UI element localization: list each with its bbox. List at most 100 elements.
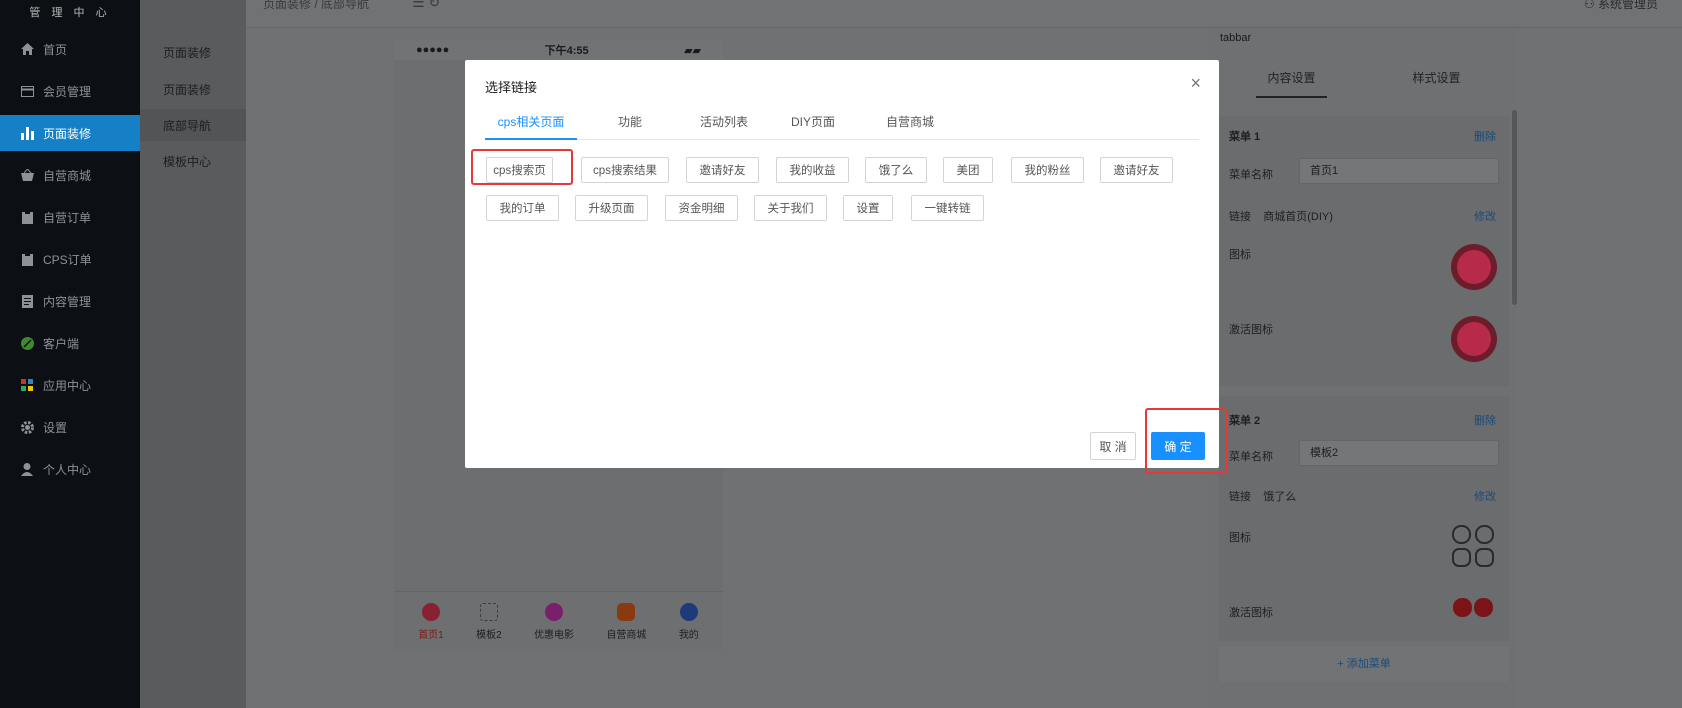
phone-time: 下午4:55: [544, 45, 589, 57]
phone-tab-home[interactable]: 首页1: [418, 602, 444, 641]
shop-icon: [617, 602, 636, 621]
option-one-click-convert[interactable]: 一键转链: [911, 195, 984, 221]
sidebar-item-client[interactable]: 客户端: [0, 325, 140, 361]
menu-toggle-icon[interactable]: ☰ ↻: [412, 0, 440, 11]
option-settings[interactable]: 设置: [843, 195, 893, 221]
sidebar-item-label: 内容管理: [43, 294, 92, 309]
menu-link-label: 链接 饿了么: [1229, 491, 1297, 503]
sidebar-item-page-decoration[interactable]: 页面装修: [0, 115, 140, 151]
menu-heading: 菜单 2: [1229, 415, 1261, 427]
tab-content-settings[interactable]: 内容设置: [1219, 58, 1364, 98]
option-invite-friends-2[interactable]: 邀请好友: [1100, 157, 1173, 183]
menu-name-label: 菜单名称: [1229, 169, 1273, 181]
phone-tab-mall[interactable]: 自营商城: [606, 602, 647, 641]
document-icon: [20, 294, 34, 308]
sidebar-item-label: 会员管理: [43, 84, 92, 99]
tab-cps-pages[interactable]: cps相关页面: [485, 106, 577, 140]
leaf-icon: [20, 336, 34, 350]
tab-activity-list[interactable]: 活动列表: [691, 106, 757, 140]
sidebar-item-cps-orders[interactable]: CPS订单: [0, 241, 140, 277]
option-my-orders[interactable]: 我的订单: [486, 195, 559, 221]
card-icon: [20, 84, 34, 98]
tab-self-mall[interactable]: 自营商城: [877, 106, 943, 140]
sidebar-item-content[interactable]: 内容管理: [0, 283, 140, 319]
menu-card-1: 菜单 1 删除 菜单名称 首页1 链接 商城首页(DIY) 修改 图标 激活图标: [1219, 116, 1509, 386]
sidebar-item-label: 设置: [43, 420, 68, 435]
select-link-modal: 选择链接 × cps相关页面 功能 活动列表 DIY页面 自营商城 cps搜索页…: [465, 60, 1219, 468]
admin-user-menu[interactable]: ⚇ 系统管理员: [1584, 0, 1658, 12]
menu-active-icon-picker[interactable]: [1451, 316, 1497, 362]
sidebar-item-label: 应用中心: [43, 378, 92, 393]
confirm-button[interactable]: 确 定: [1151, 432, 1205, 460]
sidebar-item-app-center[interactable]: 应用中心: [0, 367, 140, 403]
sidebar-item-self-orders[interactable]: 自营订单: [0, 199, 140, 235]
sidebar-item-members[interactable]: 会员管理: [0, 73, 140, 109]
phone-tab-movies[interactable]: 优惠电影: [534, 602, 575, 641]
tab-diy-pages[interactable]: DIY页面: [779, 106, 847, 140]
subnav-item-template-center[interactable]: 模板中心: [140, 145, 246, 177]
option-about-us[interactable]: 关于我们: [754, 195, 827, 221]
edit-link-button[interactable]: 修改: [1474, 208, 1496, 224]
sidebar-item-label: 自营商城: [43, 168, 92, 183]
subnav-item-bottom-nav[interactable]: 底部导航: [140, 109, 246, 141]
grid-icon-active[interactable]: [1451, 596, 1495, 643]
brand-subtitle: 管 理 中 心: [29, 7, 111, 19]
tab-functions[interactable]: 功能: [605, 106, 655, 140]
clipboard-icon: [20, 252, 34, 266]
option-cps-search-results[interactable]: cps搜索结果: [581, 157, 669, 183]
tab-label: 优惠电影: [534, 629, 575, 641]
subnav-item-page-decoration-2[interactable]: 页面装修: [140, 73, 246, 105]
edit-link-button[interactable]: 修改: [1474, 488, 1496, 504]
phone-status-bar: ●●●●● 下午4:55 ▰▰: [394, 40, 723, 60]
option-fund-details[interactable]: 资金明细: [665, 195, 738, 221]
option-my-earnings[interactable]: 我的收益: [776, 157, 849, 183]
sidebar-item-home[interactable]: 首页: [0, 31, 140, 67]
phone-tab-template[interactable]: 模板2: [476, 602, 502, 641]
top-bar: ☰ ↻ 页面装修 / 底部导航 ⚇ 系统管理员: [246, 0, 1682, 28]
sidebar-item-settings[interactable]: 设置: [0, 409, 140, 445]
tab-label: 首页1: [418, 629, 444, 641]
sidebar-item-label: 页面装修: [43, 126, 92, 141]
clipboard-icon: [20, 210, 34, 224]
icon-label: 图标: [1229, 532, 1251, 544]
active-icon-label: 激活图标: [1229, 607, 1273, 619]
option-meituan[interactable]: 美团: [943, 157, 993, 183]
panel-title: tabbar: [1220, 32, 1252, 44]
sidebar-item-label: 自营订单: [43, 210, 92, 225]
subnav-item-page-decoration[interactable]: 页面装修: [140, 36, 246, 68]
modal-title: 选择链接: [485, 80, 538, 95]
option-eleme[interactable]: 饿了么: [865, 157, 927, 183]
menu-heading: 菜单 1: [1229, 131, 1261, 143]
menu-name-label: 菜单名称: [1229, 451, 1273, 463]
tab-style-settings[interactable]: 样式设置: [1364, 58, 1509, 98]
sidebar-item-label: 个人中心: [43, 462, 92, 477]
add-menu-button[interactable]: + 添加菜单: [1219, 646, 1509, 682]
menu-link-value: 饿了么: [1263, 491, 1297, 503]
option-my-fans[interactable]: 我的粉丝: [1011, 157, 1084, 183]
icon-label: 图标: [1229, 249, 1251, 261]
menu-name-input[interactable]: 首页1: [1299, 158, 1499, 184]
sidebar-item-label: CPS订单: [43, 252, 92, 267]
sidebar-item-self-mall[interactable]: 自营商城: [0, 157, 140, 193]
sidebar-item-profile[interactable]: 个人中心: [0, 451, 140, 487]
admin-label: 系统管理员: [1597, 0, 1658, 11]
tab-label: 自营商城: [606, 629, 647, 641]
option-upgrade-page[interactable]: 升级页面: [575, 195, 648, 221]
grid-icon: [479, 602, 498, 621]
tab-label: 我的: [678, 629, 699, 641]
panel-scrollbar[interactable]: [1512, 110, 1517, 305]
cancel-button[interactable]: 取 消: [1090, 432, 1136, 460]
menu-icon-picker[interactable]: [1451, 244, 1497, 290]
menu-link-label: 链接 商城首页(DIY): [1229, 211, 1333, 223]
delete-menu-button[interactable]: 删除: [1474, 412, 1496, 428]
close-icon[interactable]: ×: [1190, 74, 1201, 92]
menu-name-input[interactable]: 模板2: [1299, 440, 1499, 466]
option-invite-friends[interactable]: 邀请好友: [686, 157, 759, 183]
option-cps-search-page[interactable]: cps搜索页: [486, 157, 553, 183]
tab-label: 模板2: [476, 629, 502, 641]
phone-tab-mine[interactable]: 我的: [678, 602, 699, 641]
delete-menu-button[interactable]: 删除: [1474, 128, 1496, 144]
sidebar-item-label: 首页: [43, 42, 68, 57]
menu-card-2: 菜单 2 删除 菜单名称 模板2 链接 饿了么 修改 图标 激活图标: [1219, 396, 1509, 641]
grid-icon[interactable]: [1451, 524, 1495, 571]
